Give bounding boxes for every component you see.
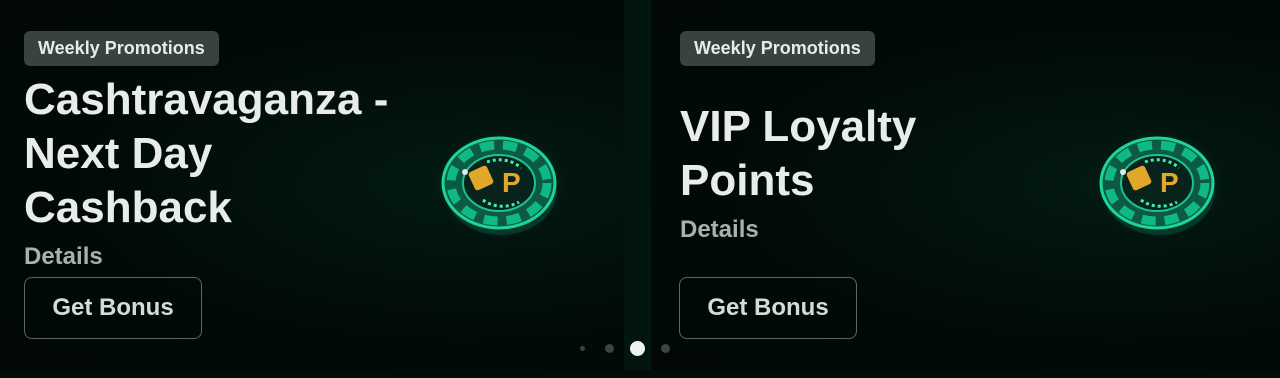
promo-category-badge: Weekly Promotions	[24, 31, 219, 66]
pagination-dot[interactable]	[580, 346, 585, 351]
details-link[interactable]: Details	[24, 243, 103, 271]
casino-chip-icon: P	[436, 130, 564, 238]
promo-category-badge: Weekly Promotions	[680, 31, 875, 66]
svg-text:P: P	[502, 167, 521, 198]
promo-card-cashtravaganza[interactable]: Weekly Promotions Cashtravaganza - Next …	[0, 0, 624, 370]
promo-title: Cashtravaganza - Next Day Cashback	[24, 75, 389, 232]
casino-chip-icon: P	[1094, 130, 1222, 238]
carousel-pagination	[570, 340, 680, 356]
card-divider	[624, 0, 651, 370]
promotions-carousel: Weekly Promotions Cashtravaganza - Next …	[0, 0, 1280, 378]
svg-text:P: P	[1160, 167, 1179, 198]
pagination-dot[interactable]	[661, 344, 670, 353]
get-bonus-button[interactable]: Get Bonus	[24, 277, 202, 339]
get-bonus-button[interactable]: Get Bonus	[679, 277, 857, 339]
pagination-dot[interactable]	[605, 344, 614, 353]
promo-card-vip-loyalty[interactable]: Weekly Promotions VIP Loyalty Points Det…	[651, 0, 1280, 370]
details-link[interactable]: Details	[680, 216, 759, 244]
promo-title: VIP Loyalty Points	[680, 102, 917, 205]
pagination-dot-active[interactable]	[630, 341, 645, 356]
